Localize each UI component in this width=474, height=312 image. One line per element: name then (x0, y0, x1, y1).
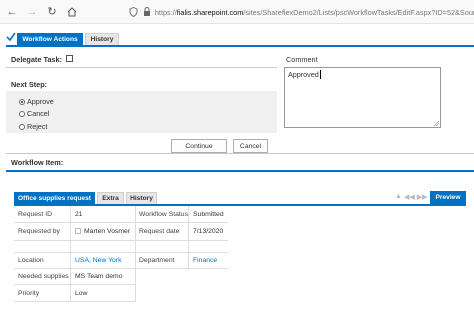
comment-value: Approved (288, 70, 319, 79)
radio-label: Reject (27, 122, 48, 131)
resize-grip-icon[interactable] (434, 121, 439, 126)
request-date-label: Request date (139, 228, 180, 235)
radio-label: Approve (27, 97, 54, 106)
tab-item-history[interactable]: History (126, 192, 157, 204)
record-navigation: ▲ ◀◀ ▶▶ (395, 193, 428, 201)
priority-value: Low (75, 290, 88, 297)
checkmark-icon (6, 32, 16, 42)
preview-button[interactable]: Preview (430, 191, 466, 204)
radio-approve[interactable]: Approve (19, 97, 54, 106)
section-underline (6, 170, 474, 172)
location-link[interactable]: USA, New York (75, 257, 121, 264)
field-divider (14, 284, 135, 285)
column-divider (135, 206, 136, 252)
url-text: https://fialis.sharepoint.com/sites/Shar… (155, 8, 474, 17)
priority-label: Priority (18, 290, 40, 297)
radio-button[interactable] (19, 123, 25, 130)
requested-by-value: Marten Vosmer (75, 228, 130, 235)
requested-by-label: Requested by (18, 228, 60, 235)
delegate-task-label: Delegate Task: (11, 55, 62, 64)
workflow-item-label: Workflow Item: (11, 158, 64, 167)
tab-history[interactable]: History (85, 33, 119, 45)
cancel-button[interactable]: Cancel (233, 139, 268, 153)
location-label: Location (18, 257, 44, 264)
tab-workflow-actions[interactable]: Workflow Actions (17, 33, 83, 45)
request-date-value: 7/13/2020 (193, 228, 224, 235)
next-step-label: Next Step: (11, 80, 48, 89)
user-icon (75, 228, 81, 234)
address-bar[interactable]: https://fialis.sharepoint.com/sites/Shar… (128, 4, 474, 20)
next-record-icon[interactable]: ▶▶ (417, 193, 428, 201)
url-host: fialis.sharepoint.com (176, 7, 244, 17)
request-id-value: 21 (75, 211, 83, 218)
forward-icon[interactable]: → (24, 4, 40, 20)
column-divider (188, 206, 189, 270)
workflow-status-value: Submitted (193, 211, 224, 218)
browser-toolbar: ← → ↻ https://fialis.sharepoint.com/site… (0, 0, 474, 24)
tab-underline (6, 45, 474, 47)
field-divider (14, 240, 228, 241)
first-record-icon[interactable]: ▲ (395, 193, 402, 201)
previous-record-icon[interactable]: ◀◀ (404, 193, 415, 201)
request-id-label: Request ID (18, 211, 53, 218)
radio-button[interactable] (19, 110, 25, 117)
radio-reject[interactable]: Reject (19, 122, 47, 131)
divider (6, 153, 474, 154)
field-divider (14, 301, 135, 302)
radio-label: Cancel (27, 109, 50, 118)
continue-button[interactable]: Continue (171, 139, 227, 153)
divider (6, 67, 277, 68)
home-icon[interactable] (64, 4, 80, 20)
url-path: /sites/ShareflexDemo2/Lists/pscWorkflowT… (243, 7, 474, 17)
tab-extra[interactable]: Extra (97, 192, 124, 204)
delegate-task-checkbox[interactable] (66, 55, 73, 62)
field-divider (14, 268, 228, 269)
department-label: Department (139, 257, 175, 264)
needed-supplies-label: Needed supplies (18, 273, 69, 280)
tab-office-supplies-request[interactable]: Office supplies request (14, 192, 95, 204)
requested-by-text: Marten Vosmer (84, 228, 131, 235)
radio-button[interactable] (19, 98, 25, 105)
needed-supplies-value: MS Team demo (75, 273, 123, 280)
radio-cancel[interactable]: Cancel (19, 109, 49, 118)
item-tab-underline (14, 204, 466, 206)
comment-label: Comment (286, 55, 318, 64)
column-divider (70, 206, 71, 302)
field-divider (14, 222, 228, 223)
reload-icon[interactable]: ↻ (44, 4, 60, 20)
comment-textarea[interactable]: Approved​ (284, 67, 441, 128)
lock-icon (141, 7, 151, 18)
back-icon[interactable]: ← (4, 4, 20, 20)
department-link[interactable]: Finance (193, 257, 217, 264)
workflow-status-label: Workflow Status (139, 211, 188, 218)
shield-icon (128, 7, 138, 18)
url-protocol: https:// (154, 7, 177, 17)
column-divider (135, 252, 136, 302)
field-divider (14, 252, 228, 253)
text-cursor: ​ (319, 70, 321, 79)
